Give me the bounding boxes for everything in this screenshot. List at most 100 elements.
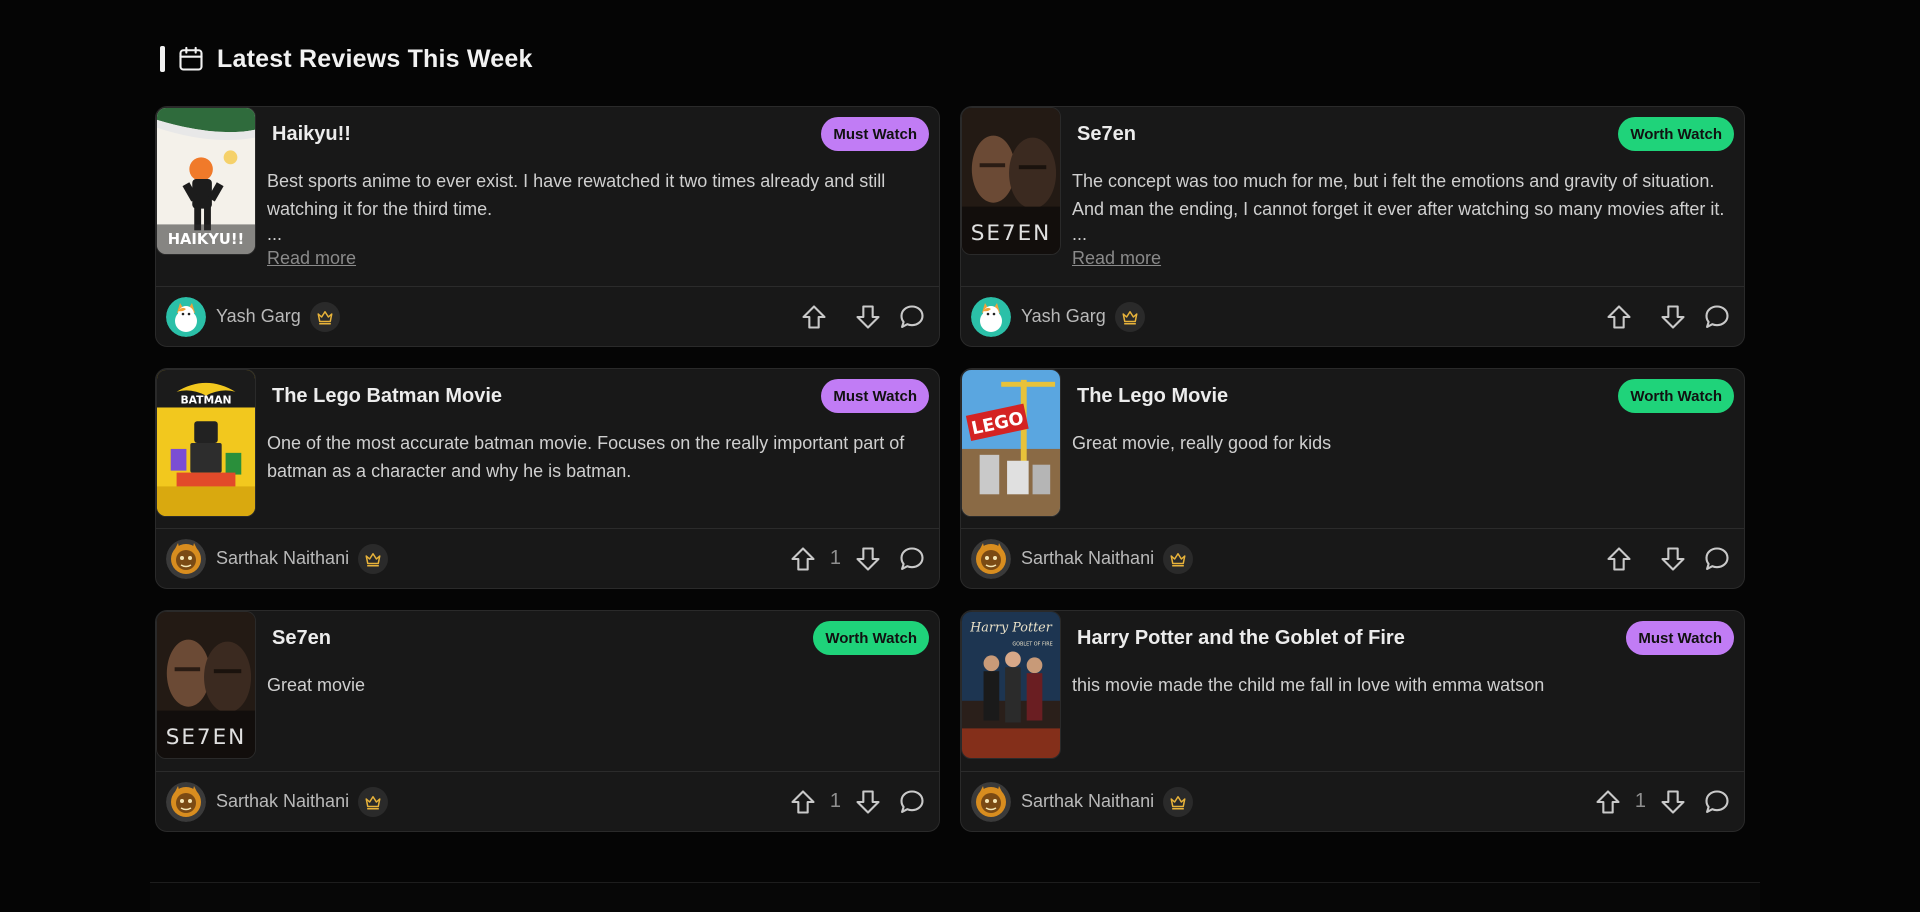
lego-batman-poster[interactable]: BATMAN [156,369,256,517]
review-actions [1590,544,1732,574]
review-text: this movie made the child me fall in lov… [1072,675,1545,695]
lego-movie-poster[interactable]: LEGO [961,369,1061,517]
worth-watch-badge: Worth Watch [1618,379,1734,413]
card-body: BATMAN The Lego Batman Movie Must Watch … [156,369,939,528]
review-ellipsis: ... [267,224,283,244]
username[interactable]: Sarthak Naithani [216,548,349,569]
card-footer: Sarthak Naithani 1 [156,528,939,588]
arrow-up-icon[interactable] [788,787,818,817]
card-footer: Sarthak Naithani 1 [961,771,1744,831]
read-more-link[interactable]: Read more [267,248,356,268]
poster-title-text: SE7EN [166,725,247,750]
worth-watch-badge: Worth Watch [813,621,929,655]
avatar[interactable] [971,538,1011,579]
avatar[interactable] [971,781,1011,822]
latest-reviews-section: Latest Reviews This Week HAIKYU!! Haikyu… [155,42,1745,832]
username[interactable]: Sarthak Naithani [1021,548,1154,569]
review-actions: 1 [774,544,927,574]
worth-watch-badge: Worth Watch [1618,117,1734,151]
review-text: Best sports anime to ever exist. I have … [267,171,886,219]
card-body: LEGO The Lego Movie Worth Watch Great mo… [961,369,1744,528]
crown-icon [1114,301,1145,332]
review-text: One of the most accurate batman movie. F… [267,433,905,481]
review-content: Se7en Worth Watch The concept was too mu… [1061,107,1744,286]
review-card[interactable]: LEGO The Lego Movie Worth Watch Great mo… [960,368,1745,589]
username[interactable]: Yash Garg [1021,306,1106,327]
card-footer: Sarthak Naithani 1 [156,771,939,831]
arrow-down-icon[interactable] [853,787,883,817]
arrow-down-icon[interactable] [853,302,883,332]
review-actions: 1 [1579,787,1732,817]
review-content: Haikyu!! Must Watch Best sports anime to… [256,107,939,286]
crown-icon [1163,786,1194,817]
section-title: Latest Reviews This Week [217,44,533,73]
crown-icon [358,786,389,817]
poster-title-text: SE7EN [971,221,1052,246]
review-actions [785,302,927,332]
card-body: SE7EN Se7en Worth Watch The concept was … [961,107,1744,286]
arrow-down-icon[interactable] [1658,544,1688,574]
header-accent-bar [160,46,165,72]
review-content: Harry Potter and the Goblet of Fire Must… [1061,611,1744,771]
footer-divider [150,882,1760,912]
review-card[interactable]: Harry Potter GOBLET OF FIRE Harry Potter… [960,610,1745,832]
review-card[interactable]: SE7EN Se7en Worth Watch The concept was … [960,106,1745,347]
section-header: Latest Reviews This Week [160,42,1745,76]
poster-title-text: BATMAN [180,394,231,407]
review-card[interactable]: BATMAN The Lego Batman Movie Must Watch … [155,368,940,589]
poster-title-text: Harry Potter [969,621,1053,636]
haikyu-poster[interactable]: HAIKYU!! [156,107,256,255]
se7en-poster[interactable]: SE7EN [961,107,1061,255]
review-card[interactable]: SE7EN Se7en Worth Watch Great movie Sart… [155,610,940,832]
read-more-link[interactable]: Read more [1072,248,1161,268]
card-footer: Sarthak Naithani [961,528,1744,588]
review-text: Great movie [267,675,366,695]
arrow-up-icon[interactable] [1604,302,1634,332]
must-watch-badge: Must Watch [1626,621,1734,655]
vote-count: 1 [829,790,841,812]
card-body: HAIKYU!! Haikyu!! Must Watch Best sports… [156,107,939,286]
review-actions [1590,302,1732,332]
comment-bubble-icon[interactable] [1702,544,1732,574]
vote-count: 1 [1634,790,1646,812]
crown-icon [309,301,340,332]
poster-subtitle-text: GOBLET OF FIRE [1012,642,1052,648]
review-content: Se7en Worth Watch Great movie [256,611,939,771]
calendar-icon [177,45,205,73]
review-actions: 1 [774,787,927,817]
username[interactable]: Yash Garg [216,306,301,327]
se7en-poster[interactable]: SE7EN [156,611,256,759]
review-content: The Lego Batman Movie Must Watch One of … [256,369,939,528]
comment-bubble-icon[interactable] [1702,787,1732,817]
avatar[interactable] [166,538,206,579]
username[interactable]: Sarthak Naithani [216,791,349,812]
avatar[interactable] [166,781,206,822]
arrow-down-icon[interactable] [1658,302,1688,332]
harry-potter-poster[interactable]: Harry Potter GOBLET OF FIRE [961,611,1061,759]
crown-icon [1163,543,1194,574]
must-watch-badge: Must Watch [821,117,929,151]
card-body: SE7EN Se7en Worth Watch Great movie [156,611,939,771]
crown-icon [358,543,389,574]
vote-count: 1 [829,547,841,569]
arrow-up-icon[interactable] [1604,544,1634,574]
poster-title-text: HAIKYU!! [168,231,244,248]
username[interactable]: Sarthak Naithani [1021,791,1154,812]
review-text: Great movie, really good for kids [1072,433,1332,453]
arrow-up-icon[interactable] [799,302,829,332]
review-text: The concept was too much for me, but i f… [1072,171,1725,219]
review-card[interactable]: HAIKYU!! Haikyu!! Must Watch Best sports… [155,106,940,347]
comment-bubble-icon[interactable] [897,787,927,817]
arrow-down-icon[interactable] [1658,787,1688,817]
comment-bubble-icon[interactable] [1702,302,1732,332]
must-watch-badge: Must Watch [821,379,929,413]
card-footer: Yash Garg [156,286,939,346]
arrow-up-icon[interactable] [788,544,818,574]
review-ellipsis: ... [1072,224,1088,244]
comment-bubble-icon[interactable] [897,302,927,332]
arrow-down-icon[interactable] [853,544,883,574]
avatar[interactable] [166,296,206,337]
comment-bubble-icon[interactable] [897,544,927,574]
arrow-up-icon[interactable] [1593,787,1623,817]
avatar[interactable] [971,296,1011,337]
